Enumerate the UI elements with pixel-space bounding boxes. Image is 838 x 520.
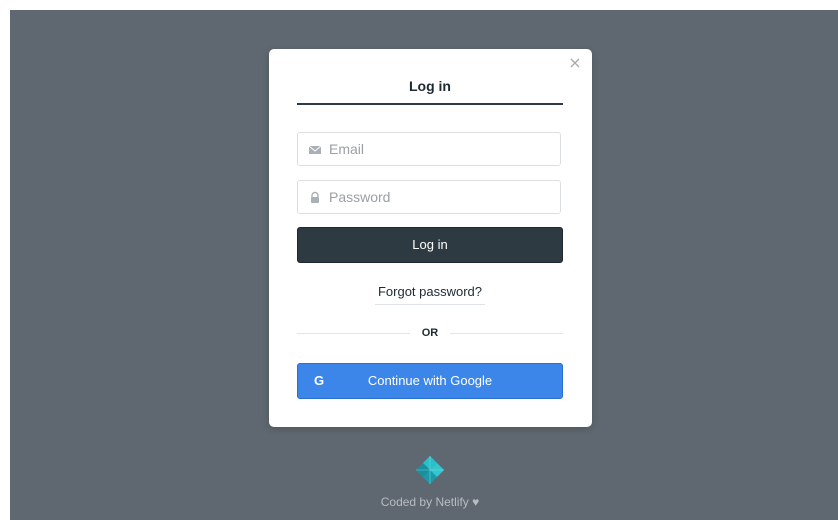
lock-icon xyxy=(311,191,319,203)
google-icon: G xyxy=(313,373,325,388)
continue-with-google-button[interactable]: Continue with Google G xyxy=(297,363,563,399)
login-button[interactable]: Log in xyxy=(297,227,563,263)
password-field-wrapper xyxy=(297,180,561,214)
footer-credit[interactable]: Coded by Netlify ♥ xyxy=(330,495,530,509)
password-field[interactable] xyxy=(329,181,557,213)
or-divider-label: OR xyxy=(410,325,450,341)
forgot-password-label: Forgot password? xyxy=(377,284,483,299)
tab-log-in-label: Log in xyxy=(409,78,451,94)
login-button-label: Log in xyxy=(412,237,448,252)
forgot-password-link[interactable]: Forgot password? xyxy=(375,284,485,305)
google-button-label: Continue with Google xyxy=(367,373,493,388)
netlify-logo-icon[interactable] xyxy=(415,455,445,485)
login-modal: × Log in Log in Forgot password? O xyxy=(269,49,592,427)
tab-log-in[interactable]: Log in xyxy=(297,71,563,105)
close-icon: × xyxy=(568,53,582,72)
close-button[interactable]: × xyxy=(567,55,583,71)
email-field[interactable] xyxy=(329,133,557,165)
envelope-icon xyxy=(308,145,322,154)
email-field-wrapper xyxy=(297,132,561,166)
page-backdrop[interactable]: × Log in Log in Forgot password? O xyxy=(10,10,838,520)
